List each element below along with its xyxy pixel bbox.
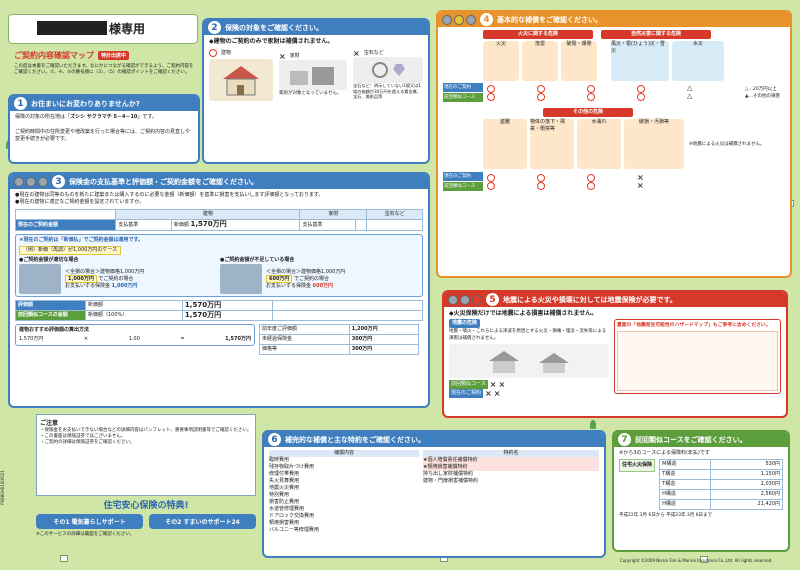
page-header: 様専用	[8, 14, 198, 44]
hazard-title: 裏面の「地震発生可能性のハザードマップ」もご参考に含めください。	[617, 323, 771, 328]
side-notes: ※地震による火災は補償されません。	[687, 138, 767, 150]
signal-lights	[14, 176, 48, 187]
section-3-number: 3	[52, 175, 65, 188]
period: 平成22年 3月 6日から 平成23年 3月 6日まで	[619, 513, 713, 518]
quake-danger: 地震の危険	[449, 319, 481, 328]
section-6: 6 補完的な補償と主な特約をご確認ください。 補償内容 臨時費用 残存物取片づけ費…	[262, 430, 606, 558]
section-2: 2 保険の対象をご確認ください。 ◆建物のご契約のみで家財は補償されません。 建…	[202, 18, 430, 164]
service-1-button[interactable]: その1 電気暮らしサポート	[36, 514, 143, 529]
notice-box: ★現在のご契約は「新価払」でご契約金額は適用です。 （例）新価（再調）が1,00…	[15, 234, 423, 297]
section-5-heading: ◆火災保険だけでは地震による損害は補償されません。	[449, 310, 598, 317]
special-panel: 住宅安心保険の特典! その1 電気暮らしサポート その2 すまいのサポート24 …	[36, 498, 256, 548]
hazard-box: 裏面の「地震発生可能性のハザードマップ」もご参考に含めください。	[614, 319, 781, 394]
case-ok: ●ご契約金額が適切な場合 ＜全損の場合＞建物価格1,000万円 1,000万円 で…	[19, 257, 214, 294]
side-code: P0880H010IX021	[0, 470, 5, 505]
map-title: ご契約内容確認マップ	[14, 50, 94, 60]
object-contents: × 家財 家財が対象となっていません。	[279, 53, 347, 97]
object-building: 建物	[209, 49, 273, 101]
evaluation-amount: 1,570万円	[181, 300, 274, 311]
peril-impact: 物体の落下・飛来・衝突等	[530, 119, 574, 169]
covered-mark	[209, 49, 217, 57]
evaluation-table: 評価額 新価額 1,570万円 前回類似コースの金額 新価額（100%） 1,570万円	[15, 300, 423, 321]
section-1-title: お住まいにお変わりありませんか?	[31, 99, 140, 108]
object-valuables: × 宝石など 宝石など：明示していない1個又は1組の価額が30万円を超える貴金属、…	[353, 49, 423, 100]
section-7: 7 前回類似コースをご確認ください。 ※から3のコースによる保険料(年払)です …	[612, 430, 790, 552]
coverage-marks-bottom: × ×	[487, 173, 687, 190]
peril-theft: 盗難	[483, 119, 527, 169]
not-covered-mark: ×	[279, 52, 286, 61]
house-illustration	[209, 59, 273, 101]
current-amount: 新価額 1,570万円	[170, 219, 301, 231]
peril-damage: 破損・汚損等	[624, 119, 684, 169]
jewelry-illustration	[353, 57, 423, 84]
special-footnote: ※このサービスの詳細は裏面をご確認ください。	[36, 532, 135, 537]
map-banner: ご契約内容確認マップ 特計出席中	[14, 48, 194, 62]
peril-flood: 水災	[672, 41, 724, 81]
fire-group: 火災に関する危険	[483, 30, 593, 39]
section-4-title: 基本的な補償をご確認ください。	[497, 15, 602, 24]
section-1: 1 お住まいにお変わりありませんか? 保険の対象の所在地は「ズシシ サクラマチ …	[8, 94, 200, 164]
section-7-number: 7	[618, 433, 631, 446]
contents-note: 家財が対象となっていません。	[279, 91, 342, 96]
house-ok-illustration	[19, 264, 61, 294]
address-line: 保険の対象の所在地は「ズシシ サクラマチ 5－4－10」です。	[15, 114, 157, 120]
example-label: （例）新価（再調）が1,000万円のケース	[19, 246, 122, 255]
peril-lightning: 落雷	[522, 41, 558, 81]
peril-explosion: 破裂・爆発	[561, 41, 597, 81]
notes-box: ご注意 ・保険金をお支払いできない場合などの詳細内容はパンフレット、重要事項説明…	[36, 414, 256, 496]
rider-list: 特約名 ★個人賠償責任補償特約 ★類焼損害補償特約 持ち出し家財補償特約 建物・門扉損…	[423, 450, 599, 485]
section-5-title: 地震による火災や損壊に対しては地震保険が必要です。	[503, 295, 677, 304]
section-7-title: 前回類似コースをご確認ください。	[635, 435, 747, 444]
special-title: 住宅安心保険の特典!	[103, 501, 189, 511]
premium-table: M構造 530円 T構造 1,150円 T構造 2,030円 H構造 2,560円 H構…	[659, 459, 784, 510]
section-5: 5 地震による火災や損壊に対しては地震保険が必要です。 ◆火災保険だけでは地震に…	[442, 290, 788, 418]
section-3: 3 保険金の支払基準と評価額・ご契約金額をご確認ください。 ●現在の建物は同等の…	[8, 172, 430, 408]
peril-water: 水濡れ	[577, 119, 621, 169]
previous-amount: 1,570万円	[181, 310, 274, 321]
section-2-title: 保険の対象をご確認ください。	[225, 23, 323, 32]
address-value: ズシシ サクラマチ 5－4－10	[70, 114, 138, 120]
peril-wind: 風災・雹(ひょう)災・雪災	[611, 41, 669, 81]
section-4-number: 4	[480, 13, 493, 26]
section-3-title: 保険金の支払基準と評価額・ご契約金額をご確認ください。	[69, 177, 258, 186]
page-title: 様専用	[109, 22, 146, 36]
row-label-current: 現在のご契約金額	[14, 219, 117, 231]
other-group: その他の危険	[543, 108, 633, 117]
hazard-table	[617, 331, 778, 391]
section-6-title: 補完的な補償と主な特約をご確認ください。	[285, 435, 425, 444]
side-amount-table: 前年度ご評価額 1,200万円 未経過保険金 300万円 価格等 300万円	[259, 324, 420, 355]
nature-group: 自然災害に関する危険	[601, 30, 711, 39]
coverage-marks-top: △ △	[487, 84, 737, 101]
calc-title: 建物おすすめ評価額の算出方法	[19, 327, 90, 333]
s3-line-2: ●現在の建物に適正なご契約金額を設定されていますか。	[15, 199, 145, 205]
peril-fire: 火災	[483, 41, 519, 81]
name-redaction	[37, 21, 107, 35]
section-4: 4 基本的な補償をご確認ください。 火災に関する危険 自然災害に関する危険 火災…	[436, 10, 792, 278]
furniture-illustration	[279, 60, 347, 90]
notice-text: ★現在のご契約は「新価払」でご契約金額は適用です。	[19, 237, 143, 243]
quake-illustration	[449, 344, 609, 378]
quake-text: 地震・噴火・これらによる津波を原因とする火災・損壊・埋没・流失等による損害は補償…	[449, 329, 607, 341]
service-2-button[interactable]: その2 すまいのサポート24	[149, 514, 256, 529]
intro-text: この度は本書をご確認いただきます。なにかにつながる確認ができるよう、ご契約内容を…	[14, 64, 194, 75]
copyright: Copyright ©2009 Nissin Fire & Marine Ins…	[620, 558, 773, 563]
notes-title: ご注意	[40, 420, 59, 427]
s3-line-1: ●現在の建物は同等のものを新たに建築または購入するのに必要な金額（新価額）を基準…	[15, 192, 324, 198]
valuables-note: 宝石など：明示していない1個又は1組の価額が30万円を超える貴金属、宝石、美術品…	[353, 83, 422, 100]
coverage-list: 補償内容 臨時費用 残存物取片づけ費用 修理付帯費用 失火見舞費用 地震火災費用 特別費用…	[269, 450, 419, 534]
section-6-number: 6	[268, 433, 281, 446]
address-note: ご契約時間中の住所変更や増改築を行った場合等には、ご契約内容の見直しや変更手続き…	[15, 129, 190, 142]
case-ng: ●ご契約金額が不足している場合 ＜全損の場合＞建物価格1,000万円 600万円 …	[220, 257, 415, 294]
map-badge: 特計出席中	[98, 50, 130, 60]
section-7-subtitle: ※から3のコースによる保険料(年払)です	[619, 450, 710, 456]
section-5-number: 5	[486, 293, 499, 306]
legend: △…20万円以上 ▲…その他の損害	[745, 86, 780, 99]
calc-box: 建物おすすめ評価額の算出方法 1,570万円 × 1.00 = 1,570万円	[15, 324, 255, 346]
house-ng-illustration	[220, 264, 262, 294]
section-1-number: 1	[14, 97, 27, 110]
section-2-number: 2	[208, 21, 221, 34]
section-2-heading: ◆建物のご契約のみで家財は補償されません。	[209, 38, 334, 45]
contract-amount-table: 建物 家財 宝石など 現在のご契約金額 支払基準 新価額 1,570万円 支払基準	[14, 209, 423, 231]
course-name: 住宅火災保険	[619, 459, 656, 472]
